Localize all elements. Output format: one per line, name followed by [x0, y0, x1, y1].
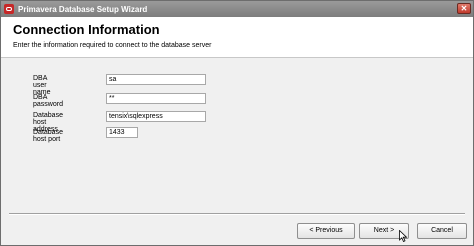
- dba-password-input[interactable]: **: [106, 93, 206, 104]
- primavera-app-icon: [4, 4, 14, 14]
- footer-divider: [9, 213, 465, 215]
- window-title: Primavera Database Setup Wizard: [18, 4, 148, 14]
- db-port-label: Database host port: [33, 129, 63, 143]
- dba-user-label: DBA user name: [33, 75, 51, 96]
- dba-password-label: DBA password: [33, 94, 63, 108]
- close-button[interactable]: ✕: [457, 3, 471, 14]
- previous-button[interactable]: < Previous: [297, 223, 355, 239]
- page-title: Connection Information: [13, 22, 160, 37]
- cancel-button[interactable]: Cancel: [417, 223, 467, 239]
- title-bar[interactable]: Primavera Database Setup Wizard ✕: [1, 1, 473, 17]
- page-description: Enter the information required to connec…: [13, 42, 212, 49]
- db-port-input[interactable]: 1433: [106, 127, 138, 138]
- wizard-header: Connection Information Enter the informa…: [1, 17, 473, 58]
- dba-user-input[interactable]: sa: [106, 74, 206, 85]
- wizard-window: Primavera Database Setup Wizard ✕ Connec…: [0, 0, 474, 246]
- mouse-cursor-icon: [399, 230, 407, 242]
- db-host-input[interactable]: tensix\sqlexpress: [106, 111, 206, 122]
